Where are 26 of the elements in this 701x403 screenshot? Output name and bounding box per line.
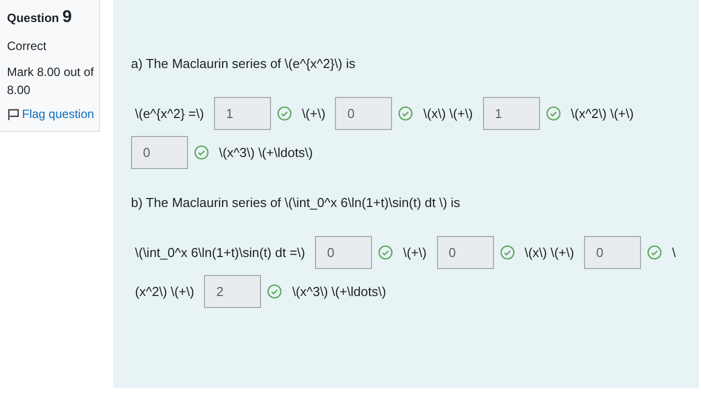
answer-field[interactable]: 1 [482, 96, 540, 130]
question-number: Question 9 [7, 6, 73, 28]
question-status: Correct [7, 38, 48, 55]
answer-field[interactable]: 0 [584, 236, 642, 268]
question-mark: Mark 8.00 out of 8.00 [7, 64, 95, 99]
math-text: \(x^2\) \(+\) [570, 106, 634, 120]
flag-question-link[interactable]: Flag question [7, 107, 99, 121]
answer-field[interactable]: 0 [315, 236, 372, 268]
math-text: \(x\) \(+\) [423, 106, 473, 120]
question-text: a) The Maclaurin series of \(e^{x^2}\) is [131, 55, 356, 73]
math-text: \(x^3\) \(+\ldots\) [219, 144, 313, 160]
answer-field[interactable]: 0 [335, 96, 392, 130]
math-text: \(+\) [403, 244, 427, 260]
math-text: \(e^{x^2} =\) [135, 106, 204, 120]
answer-field[interactable]: 0 [436, 236, 494, 268]
question-text: b) The Maclaurin series of \(\int_0^x 6\ln(1+t)\sin(t) dt \) is [131, 194, 462, 212]
math-text: (x^2\) \(+\) [135, 284, 194, 298]
flag-icon [7, 108, 20, 120]
math-text: \(\int_0^x 6\ln(1+t)\sin(t) dt =\) [135, 244, 306, 260]
math-text: \(x^3\) \(+\ldots\) [292, 284, 386, 298]
answer-field[interactable]: 0 [131, 136, 188, 168]
answer-field[interactable]: 2 [204, 274, 262, 308]
answer-field[interactable]: 1 [214, 96, 271, 130]
math-text: \ [672, 244, 676, 260]
math-text: \(x\) \(+\) [524, 244, 574, 260]
math-text: \(+\) [302, 106, 326, 120]
